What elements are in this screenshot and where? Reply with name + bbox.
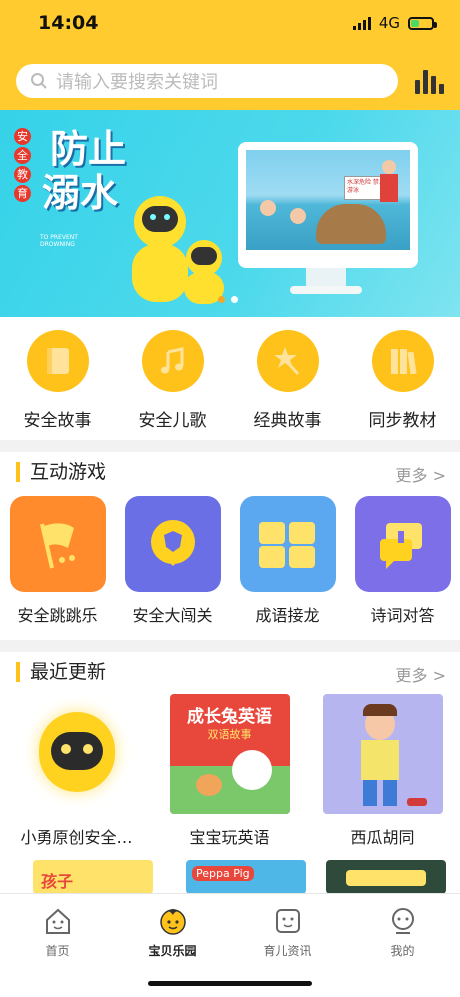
banner-title: 防止 溺水 — [42, 127, 127, 215]
category-item[interactable]: 安全儿歌 — [115, 330, 230, 431]
ranking-chart-icon[interactable] — [415, 68, 444, 94]
updates-section-title: 最近更新 — [16, 662, 106, 682]
news-icon — [275, 909, 300, 933]
update-item[interactable]: 小勇原创安全… — [0, 694, 153, 848]
home-icon — [45, 908, 70, 934]
updates-list: 小勇原创安全… 成长兔英语 双语故事 宝宝玩英语 西瓜胡同 — [0, 694, 460, 848]
banner-carousel[interactable]: 安 全 教 育 防止 溺水 TO PREVENT DROWNING 水深危险 禁… — [0, 110, 460, 317]
games-list: 安全跳跳乐 安全大闯关 成语接龙 诗词对答 — [0, 496, 460, 626]
category-item[interactable]: 安全故事 — [0, 330, 115, 431]
robot-thumbnail — [16, 694, 137, 814]
books-icon — [371, 330, 434, 392]
signal-icon — [352, 16, 371, 30]
flag-icon — [9, 496, 106, 592]
category-item[interactable]: 同步教材 — [345, 330, 460, 431]
category-item[interactable]: 经典故事 — [230, 330, 345, 431]
update-item-peek[interactable]: Peppa Pig — [186, 860, 306, 894]
boy-cartoon-thumbnail — [322, 694, 443, 814]
top-header: 14:04 4G 请输入要搜索关键词 — [0, 0, 460, 110]
games-section-title: 互动游戏 — [16, 462, 106, 482]
game-item[interactable]: 诗词对答 — [345, 496, 460, 626]
search-icon — [31, 73, 47, 89]
search-bar[interactable]: 请输入要搜索关键词 — [16, 64, 398, 98]
star-wand-icon — [256, 330, 319, 392]
section-divider — [0, 440, 460, 452]
english-story-thumbnail: 成长兔英语 双语故事 — [169, 694, 290, 814]
status-time: 14:04 — [38, 12, 99, 34]
games-more-link[interactable]: 更多 > — [396, 462, 447, 486]
tab-home[interactable]: 首页 — [0, 894, 115, 997]
game-item[interactable]: 成语接龙 — [230, 496, 345, 626]
carousel-indicator — [218, 296, 238, 303]
update-item-peek[interactable]: 孩子 — [33, 860, 153, 894]
banner-badge: 安 全 教 育 — [14, 128, 38, 204]
update-item-peek[interactable] — [326, 860, 446, 894]
tab-mine[interactable]: 我的 — [345, 894, 460, 997]
book-icon — [26, 330, 89, 392]
update-item[interactable]: 西瓜胡同 — [306, 694, 459, 848]
search-placeholder: 请输入要搜索关键词 — [56, 72, 218, 93]
chat-bubbles-icon — [354, 496, 451, 592]
home-indicator — [148, 981, 312, 986]
idiom-chain-icon — [239, 496, 336, 592]
banner-subtitle: TO PREVENT DROWNING — [40, 234, 78, 248]
updates-more-link[interactable]: 更多 > — [396, 662, 447, 686]
section-divider — [0, 640, 460, 652]
baby-face-icon — [159, 909, 186, 935]
battery-icon — [408, 16, 437, 30]
game-item[interactable]: 安全大闯关 — [115, 496, 230, 626]
update-item[interactable]: 成长兔英语 双语故事 宝宝玩英语 — [153, 694, 306, 848]
game-item[interactable]: 安全跳跳乐 — [0, 496, 115, 626]
category-grid: 安全故事 安全儿歌 经典故事 同步教材 — [0, 330, 460, 431]
network-type: 4G — [378, 14, 400, 32]
status-indicators: 4G — [352, 14, 437, 32]
shield-bubble-icon — [124, 496, 221, 592]
music-note-icon — [141, 330, 204, 392]
monitor-illustration: 水深危险 禁止游泳 — [238, 142, 418, 268]
user-icon — [391, 908, 414, 934]
